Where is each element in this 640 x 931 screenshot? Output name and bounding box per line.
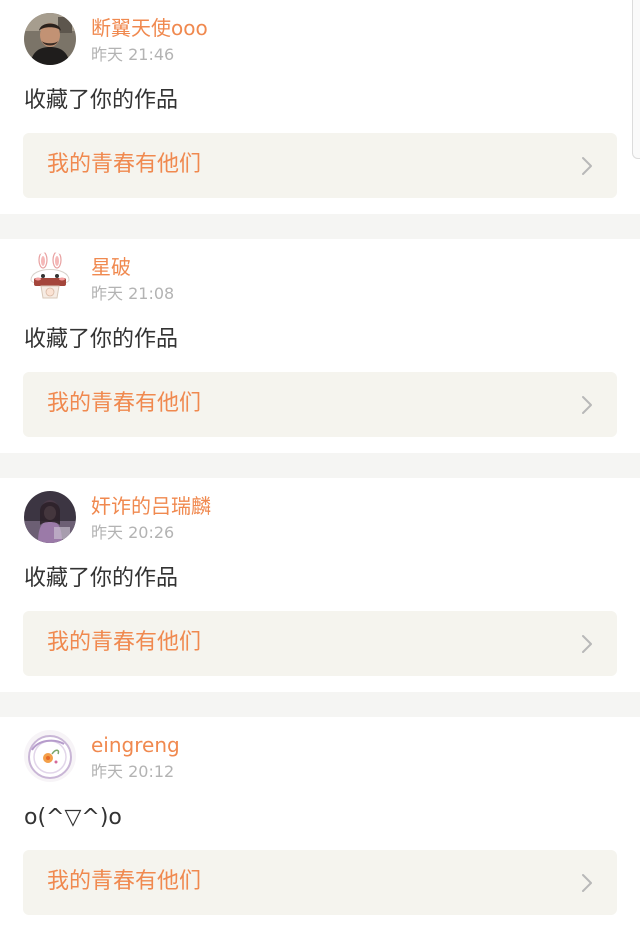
man-photo-avatar-icon	[24, 13, 76, 65]
notification-card: eingreng 昨天 20:12 o(^▽^)o 我的青春有他们	[0, 717, 640, 931]
work-title: 我的青春有他们	[47, 391, 202, 416]
message-text: o(^▽^)o	[24, 805, 122, 830]
timestamp: 昨天 21:46	[91, 45, 175, 64]
message-text: 收藏了你的作品	[24, 566, 179, 591]
notification-card: 断翼天使ooo 昨天 21:46 收藏了你的作品 我的青春有他们	[0, 0, 640, 214]
chevron-right-icon	[582, 396, 592, 414]
message-text: 收藏了你的作品	[24, 88, 179, 113]
notification-card: 星破 昨天 21:08 收藏了你的作品 我的青春有他们	[0, 239, 640, 453]
chevron-right-icon	[582, 874, 592, 892]
work-link[interactable]: 我的青春有他们	[23, 133, 617, 198]
card-separator	[0, 214, 640, 239]
flower-plate-avatar-icon	[24, 730, 76, 782]
username[interactable]: 断翼天使ooo	[91, 14, 208, 42]
work-link[interactable]: 我的青春有他们	[23, 850, 617, 915]
message-text: 收藏了你的作品	[24, 327, 179, 352]
work-title: 我的青春有他们	[47, 152, 202, 177]
chevron-right-icon	[582, 635, 592, 653]
avatar[interactable]	[24, 491, 76, 543]
scrollbar[interactable]	[632, 0, 640, 159]
work-title: 我的青春有他们	[47, 869, 202, 894]
avatar[interactable]	[24, 252, 76, 304]
username[interactable]: 星破	[91, 253, 131, 281]
chevron-right-icon	[582, 157, 592, 175]
work-link[interactable]: 我的青春有他们	[23, 611, 617, 676]
avatar[interactable]	[24, 13, 76, 65]
timestamp: 昨天 20:26	[91, 523, 175, 542]
work-link[interactable]: 我的青春有他们	[23, 372, 617, 437]
notification-feed: 断翼天使ooo 昨天 21:46 收藏了你的作品 我的青春有他们 星破 昨天 2…	[0, 0, 640, 931]
card-separator	[0, 453, 640, 478]
girl-photo-avatar-icon	[24, 491, 76, 543]
card-separator	[0, 692, 640, 717]
username[interactable]: eingreng	[91, 731, 180, 759]
bunny-cartoon-avatar-icon	[24, 252, 76, 304]
work-title: 我的青春有他们	[47, 630, 202, 655]
username[interactable]: 奸诈的吕瑞麟	[91, 492, 211, 520]
timestamp: 昨天 20:12	[91, 762, 175, 781]
avatar[interactable]	[24, 730, 76, 782]
notification-card: 奸诈的吕瑞麟 昨天 20:26 收藏了你的作品 我的青春有他们	[0, 478, 640, 692]
timestamp: 昨天 21:08	[91, 284, 175, 303]
